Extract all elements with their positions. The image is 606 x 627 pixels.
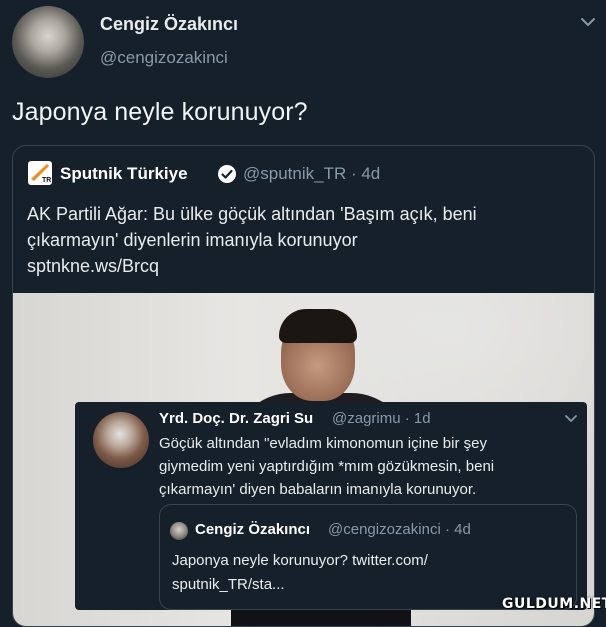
nested-quoted-tweet[interactable]: Cengiz Özakıncı @cengizozakinci · 4d Jap… [159, 504, 577, 610]
sputnik-logo-text: TR [42, 177, 51, 184]
verified-badge-icon [217, 164, 237, 184]
quoted-author-name[interactable]: Sputnik Türkiye [60, 164, 188, 184]
author-avatar[interactable] [12, 6, 84, 78]
author-handle[interactable]: @cengizozakinci [100, 48, 228, 68]
site-watermark: GULDUM.NET [502, 596, 606, 612]
reply-tweet-overlay[interactable]: Yrd. Doç. Dr. Zagri Su @zagrimu · 1d Göç… [75, 402, 587, 610]
reply-tweet-text: Göçük altından "evladım kimonomun içine … [159, 435, 495, 498]
quoted-tweet-text: AK Partili Ağar: Bu ülke göçük altından … [27, 204, 477, 276]
nested-tweet-text: Japonya neyle korunuyor? twitter.com/ sp… [172, 552, 428, 593]
nested-author-name[interactable]: Cengiz Özakıncı [195, 521, 310, 538]
sputnik-logo-icon: TR [28, 161, 52, 185]
photo-person-hair [279, 309, 357, 343]
tweet-text: Japonya neyle korunuyor? [12, 98, 308, 126]
reply-author-handle[interactable]: @zagrimu · 1d [332, 410, 431, 427]
chevron-down-icon[interactable] [578, 12, 598, 32]
quoted-author-handle[interactable]: @sputnik_TR · 4d [243, 164, 380, 184]
chevron-down-icon[interactable] [563, 410, 579, 426]
author-name[interactable]: Cengiz Özakıncı [100, 14, 238, 35]
nested-author-avatar [170, 522, 188, 540]
reply-author-avatar[interactable] [93, 412, 149, 468]
nested-author-handle[interactable]: @cengizozakinci · 4d [328, 521, 471, 538]
reply-author-name[interactable]: Yrd. Doç. Dr. Zagri Su [159, 410, 313, 427]
